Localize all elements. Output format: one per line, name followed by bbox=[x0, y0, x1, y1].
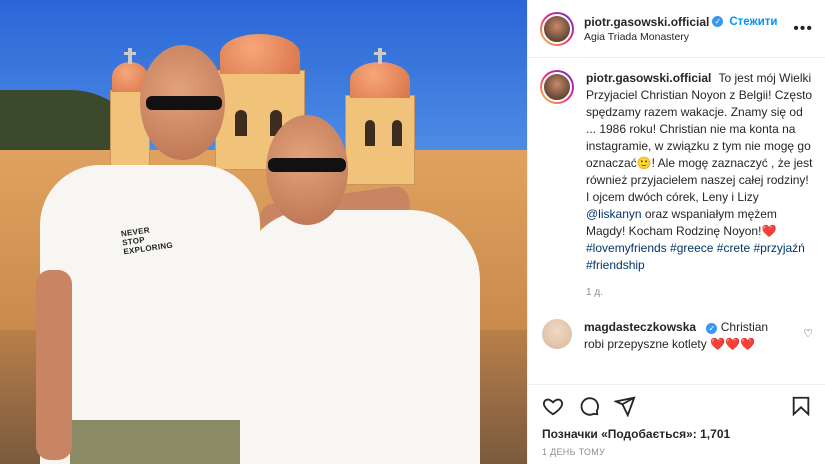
post-actions: Позначки «Подобається»: 1,701 1 ДЕНЬ ТОМ… bbox=[528, 384, 825, 457]
window bbox=[392, 120, 402, 146]
commenter-username[interactable]: magdasteczkowska bbox=[584, 320, 696, 334]
hashtag-link[interactable]: #przyjaźń bbox=[753, 241, 804, 255]
likes-count[interactable]: Позначки «Подобається»: 1,701 bbox=[542, 427, 812, 441]
more-options-icon[interactable]: ••• bbox=[793, 20, 813, 38]
dome-right bbox=[350, 62, 410, 98]
instagram-post-modal: NEVER STOP EXPLORING piotr.gasowski.offi… bbox=[0, 0, 825, 464]
arm-left bbox=[36, 270, 72, 460]
verified-icon: ✓ bbox=[706, 323, 718, 334]
hashtag-link[interactable]: #greece bbox=[670, 241, 713, 255]
sunglasses-right bbox=[268, 158, 346, 172]
sunglasses-left bbox=[146, 96, 222, 110]
heart-icon[interactable] bbox=[542, 395, 564, 417]
post-sidebar: piotr.gasowski.official ✓ Стежити Agia T… bbox=[527, 0, 825, 464]
comment-emoji-hearts: ❤️❤️❤️ bbox=[710, 337, 755, 351]
hashtag-link[interactable]: #crete bbox=[717, 241, 750, 255]
verified-icon: ✓ bbox=[712, 16, 724, 27]
comment-text: magdasteczkowska ✓ Christian robi przepy… bbox=[584, 319, 784, 353]
post-header: piotr.gasowski.official ✓ Стежити Agia T… bbox=[528, 0, 825, 58]
author-avatar[interactable] bbox=[540, 11, 574, 46]
author-row: piotr.gasowski.official ✓ Стежити bbox=[584, 15, 793, 29]
comment-icon[interactable] bbox=[578, 395, 600, 417]
caption-text: piotr.gasowski.official To jest mój Wiel… bbox=[586, 70, 813, 301]
window bbox=[365, 120, 375, 146]
share-icon[interactable] bbox=[612, 395, 636, 418]
action-icons bbox=[542, 395, 812, 418]
comments-section[interactable]: piotr.gasowski.official To jest mój Wiel… bbox=[528, 58, 825, 378]
like-comment-icon[interactable]: ♡ bbox=[803, 327, 813, 340]
avatar-image bbox=[542, 13, 572, 44]
author-username[interactable]: piotr.gasowski.official bbox=[584, 15, 709, 29]
caption-avatar[interactable] bbox=[540, 70, 574, 104]
emoji: 🙂 bbox=[636, 156, 652, 170]
caption-username[interactable]: piotr.gasowski.official bbox=[586, 71, 711, 85]
cross-left bbox=[124, 48, 136, 64]
emoji-heart: ❤️ bbox=[761, 224, 777, 238]
window bbox=[235, 110, 247, 136]
hashtag-link[interactable]: #friendship bbox=[586, 258, 645, 272]
white-linen-shirt bbox=[240, 210, 480, 464]
author-info: piotr.gasowski.official ✓ Стежити Agia T… bbox=[584, 15, 793, 43]
comment-item: magdasteczkowska ✓ Christian robi przepy… bbox=[540, 319, 813, 353]
post-location[interactable]: Agia Triada Monastery bbox=[584, 31, 793, 43]
mention-link[interactable]: @liskanyn bbox=[586, 207, 642, 221]
bookmark-icon[interactable] bbox=[790, 395, 812, 417]
dome-center bbox=[220, 34, 300, 74]
commenter-avatar[interactable] bbox=[542, 319, 572, 349]
post-caption: piotr.gasowski.official To jest mój Wiel… bbox=[540, 70, 813, 301]
pants bbox=[70, 420, 240, 464]
post-date: 1 ДЕНЬ ТОМУ bbox=[542, 447, 606, 457]
monastery-tower-right bbox=[345, 95, 415, 185]
post-photo[interactable]: NEVER STOP EXPLORING bbox=[0, 0, 527, 464]
cross-right bbox=[374, 48, 386, 64]
caption-timestamp[interactable]: 1 д. bbox=[586, 284, 813, 301]
avatar-image bbox=[542, 72, 572, 102]
follow-button[interactable]: Стежити bbox=[729, 16, 777, 28]
hashtag-link[interactable]: #lovemyfriends bbox=[586, 241, 667, 255]
